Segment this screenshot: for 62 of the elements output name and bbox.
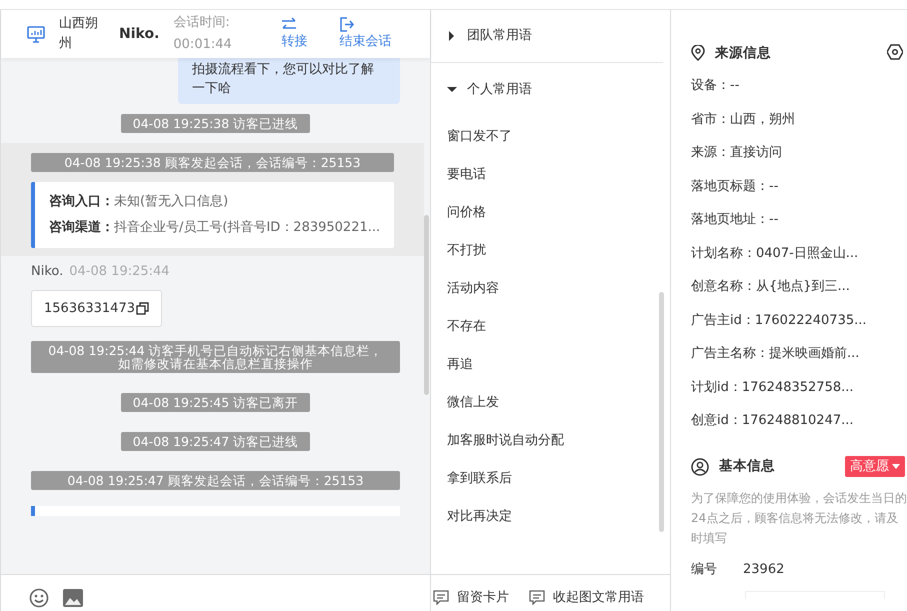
phrase-item[interactable]: 问价格	[431, 194, 670, 232]
field-value: 23962	[743, 560, 784, 578]
phone-number: 15636331473	[44, 300, 135, 318]
duration-value: 00:01:44	[173, 36, 233, 54]
comment-icon	[433, 590, 449, 605]
system-notice: 04-08 19:25:38 顾客发起会话，会话编号：25153	[31, 153, 394, 172]
source-field: 设备：--	[691, 69, 907, 102]
source-field: 落地页地址：--	[691, 203, 907, 236]
monitor-icon	[27, 26, 45, 42]
source-field: 广告主id：176022240735...	[691, 304, 907, 337]
source-field: 创意id：176248810247...	[691, 404, 907, 438]
caret-down-icon	[892, 464, 900, 469]
emoji-icon	[29, 588, 49, 608]
footer-button[interactable]: 收起图文常用语	[529, 588, 644, 608]
message-bubble: 拍摄流程看下，您可以对比了解一下哈	[178, 58, 400, 104]
phrase-item[interactable]: 要电话	[431, 156, 670, 194]
notice-text: 为了保障您的使用体验，会话发生当日的24点之后，顾客信息将无法修改，请及时填写	[691, 490, 907, 546]
system-notice: 04-08 19:25:47 访客已进线	[120, 432, 310, 451]
transfer-button[interactable]: 转接	[281, 16, 308, 52]
info-line: 咨询入口：未知(暂无入口信息)	[49, 192, 230, 211]
system-notice: 04-08 19:25:45 访客已离开	[120, 393, 310, 412]
copy-icon[interactable]	[136, 302, 149, 315]
user-icon	[691, 458, 709, 476]
phrase-item[interactable]: 微信上发	[431, 384, 670, 422]
message-time: 04-08 19:25:44	[69, 264, 170, 279]
comment-icon	[529, 590, 545, 605]
duration-label: 会话时间:	[173, 14, 231, 32]
phrase-item[interactable]: 活动内容	[431, 270, 670, 308]
location-text: 山西朔州	[59, 15, 99, 53]
phrase-item[interactable]: 再追	[431, 346, 670, 384]
end-session-button[interactable]: 结束会话	[339, 16, 392, 52]
location-pin-icon	[691, 45, 705, 61]
section-title: 来源信息	[715, 44, 771, 63]
phrase-item[interactable]: 加客服时说自动分配	[431, 422, 670, 460]
phrase-item[interactable]: 不打扰	[431, 232, 670, 270]
phrase-item[interactable]: 对比再决定	[431, 498, 670, 536]
scrollbar[interactable]	[659, 292, 664, 532]
source-field: 省市：山西，朔州	[691, 102, 907, 136]
source-field: 计划名称：0407-日照金山...	[691, 236, 907, 270]
footer-button[interactable]: 留资卡片	[433, 588, 509, 608]
source-field: 落地页标题：--	[691, 170, 907, 203]
phrase-item[interactable]: 不存在	[431, 308, 670, 346]
phrase-item[interactable]: 窗口发不了	[431, 118, 670, 156]
system-notice: 04-08 19:25:47 顾客发起会话，会话编号：25153	[31, 471, 400, 490]
source-field: 计划id：176248352758...	[691, 370, 907, 404]
system-notice: 04-08 19:25:44 访客手机号已自动标记右侧基本信息栏，如需修改请在基本信息栏直接操作	[31, 341, 400, 373]
settings-icon	[887, 44, 903, 60]
system-notice: 04-08 19:25:38 访客已进线	[120, 114, 310, 133]
sender-name: Niko.	[31, 264, 64, 279]
image-icon	[63, 588, 83, 606]
phrase-item[interactable]: 拿到联系后	[431, 460, 670, 498]
scrollbar[interactable]	[424, 215, 429, 395]
source-field: 广告主名称：提米映画婚前...	[691, 337, 907, 370]
exit-icon	[339, 16, 356, 32]
source-field: 来源：直接访问	[691, 136, 907, 170]
agent-name: Niko.	[119, 24, 160, 44]
info-line: 咨询渠道：抖音企业号/员工号(抖音号ID：283950221...	[49, 218, 380, 237]
field-label: 编号	[691, 560, 717, 578]
section-title: 基本信息	[719, 457, 775, 476]
transfer-icon	[281, 16, 298, 32]
intent-dropdown[interactable]: 高意愿	[845, 456, 905, 478]
source-field: 创意名称：从{地点}到三...	[691, 270, 907, 304]
